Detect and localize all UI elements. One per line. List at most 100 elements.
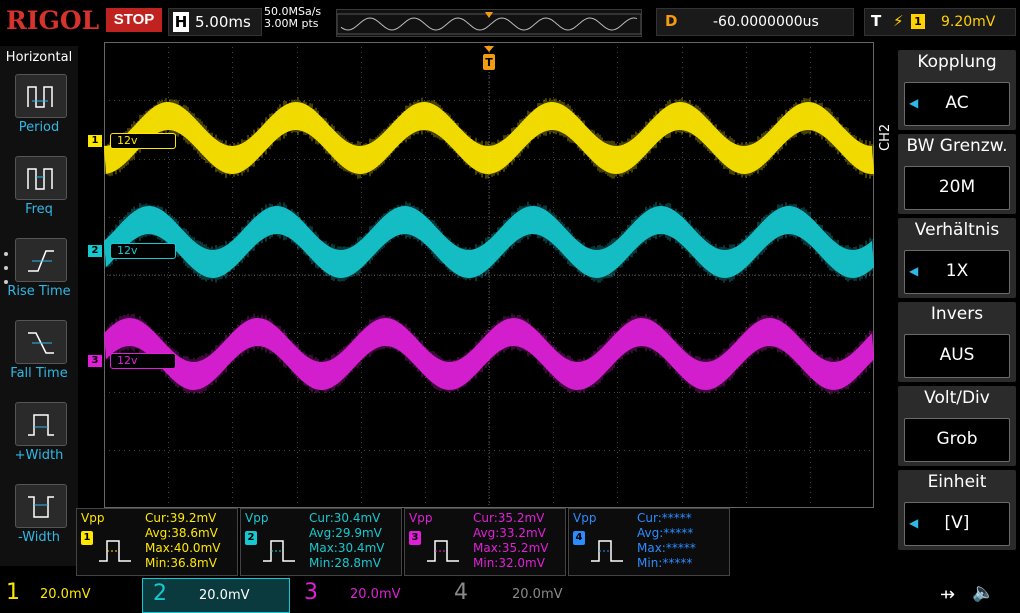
ch3-offset-marker[interactable]: 3 12v — [88, 353, 176, 369]
speaker-muted-icon[interactable]: 🔈 — [972, 582, 994, 603]
menu-5-softkey[interactable]: Einheit ◀ [V] — [898, 470, 1016, 550]
measure-type: Vpp — [81, 511, 105, 525]
waveform-display[interactable] — [103, 42, 875, 509]
measure-positive-width-button[interactable] — [15, 402, 67, 446]
ch2-status[interactable]: 2 20.0mV — [142, 578, 290, 613]
measurement-panel-ch2[interactable]: Vpp 2 Cur:30.4mV Avg:29.9mV Max:30.4mV Min:28… — [240, 508, 402, 576]
softkey-value: [V] — [944, 513, 970, 533]
trigger-source-badge: 1 — [911, 14, 925, 29]
trigger-level: 9.20mV — [941, 14, 996, 30]
menu-1-softkey[interactable]: BW Grenzw. 20M — [898, 134, 1016, 214]
ch1-offset-marker[interactable]: 1 12v — [88, 133, 176, 149]
top-status-bar: RIGOL STOP H 5.00ms 50.0MSa/s 3.00M pts … — [0, 0, 1020, 42]
scroll-dot-icon — [4, 266, 8, 270]
measure-channel-badge: 3 — [409, 531, 421, 545]
softkey-value: 1X — [945, 261, 969, 281]
memory-depth: 3.00M pts — [264, 17, 319, 30]
measure-negative-width-button[interactable] — [15, 484, 67, 528]
softkey-value-box[interactable]: ◀ 1X — [904, 250, 1010, 294]
softkey-title: Verhältnis — [914, 220, 1000, 240]
ch3-marker-num: 3 — [88, 355, 102, 367]
softkey-value-box[interactable]: Grob — [904, 418, 1010, 462]
measure-min: Min:36.8mV — [145, 556, 217, 570]
measure-current: Cur:39.2mV — [145, 511, 217, 525]
measure-type: Vpp — [573, 511, 597, 525]
brand-logo: RIGOL — [6, 6, 100, 35]
measurement-panel-ch1[interactable]: Vpp 1 Cur:39.2mV Avg:38.6mV Max:40.0mV Min:36… — [76, 508, 238, 576]
menu-2-softkey[interactable]: Verhältnis ◀ 1X — [898, 218, 1016, 298]
measurement-panel-ch3[interactable]: Vpp 3 Cur:35.2mV Avg:33.2mV Max:35.2mV Min:32… — [404, 508, 566, 576]
channel-tab: CH2 — [878, 104, 896, 170]
ch2-offset-marker[interactable]: 2 12v — [88, 243, 176, 259]
measure-channel-badge: 2 — [245, 531, 257, 545]
ch3-marker-label: 12v — [110, 353, 176, 369]
measure-rise-time-button[interactable] — [15, 238, 67, 282]
timebase-label: H — [173, 12, 189, 32]
frequency-icon — [24, 163, 58, 193]
measure-period-button[interactable] — [15, 74, 67, 118]
measure-frequency-button[interactable] — [15, 156, 67, 200]
rising-edge-icon: ⚡ — [893, 12, 904, 30]
measure-average: Avg:29.9mV — [309, 526, 382, 540]
measure-min: Min:***** — [637, 556, 693, 570]
ch3-status-scale: 20.0mV — [350, 587, 401, 602]
ch2-marker-label: 12v — [110, 243, 176, 259]
fall-time-icon — [24, 327, 58, 357]
trigger-label: T — [871, 12, 882, 30]
measure-average: Avg:38.6mV — [145, 526, 218, 540]
ch1-status[interactable]: 1 20.0mV — [0, 578, 140, 611]
measure-fall-time-button[interactable] — [15, 320, 67, 364]
measure-type: Vpp — [409, 511, 433, 525]
ch4-status-scale: 20.0mV — [512, 587, 563, 602]
measure-label: Fall Time — [10, 366, 68, 381]
softkey-value-box[interactable]: 20M — [904, 166, 1010, 210]
measure-label: +Width — [14, 448, 64, 463]
delay-label: D — [665, 12, 678, 30]
measure-average: Avg:33.2mV — [473, 526, 546, 540]
softkey-value-box[interactable]: ◀ AC — [904, 82, 1010, 126]
menu-0-softkey[interactable]: Kopplung ◀ AC — [898, 50, 1016, 130]
scroll-dot-icon — [4, 252, 8, 256]
measure-max: Max:***** — [637, 541, 696, 555]
rise-time-icon — [24, 245, 58, 275]
pulse-icon — [427, 540, 459, 562]
menu-4-softkey[interactable]: Volt/Div Grob — [898, 386, 1016, 466]
trigger-position-icon — [485, 12, 493, 18]
pulse-icon — [591, 540, 623, 562]
measure-max: Max:30.4mV — [309, 541, 385, 555]
memory-waveform-overview — [336, 12, 642, 35]
measure-max: Max:35.2mV — [473, 541, 549, 555]
period-icon — [24, 81, 58, 111]
measure-label: -Width — [18, 530, 60, 545]
svg-text:T: T — [485, 56, 493, 69]
softkey-value: AC — [945, 93, 969, 113]
scroll-dot-icon — [4, 280, 8, 284]
timebase-box[interactable]: H 5.00ms — [168, 8, 262, 36]
acquisition-info: 50.0MSa/s 3.00M pts — [264, 6, 321, 30]
ch4-status[interactable]: 4 20.0mV — [448, 578, 588, 611]
ch1-status-scale: 20.0mV — [40, 587, 91, 602]
ch1-marker-num: 1 — [88, 135, 102, 147]
graticule — [103, 42, 875, 509]
softkey-title: Einheit — [927, 472, 987, 492]
measure-current: Cur:35.2mV — [473, 511, 545, 525]
softkey-value-box[interactable]: AUS — [904, 334, 1010, 378]
negative-width-icon — [24, 491, 58, 521]
measure-min: Min:28.8mV — [309, 556, 381, 570]
run-stop-status[interactable]: STOP — [106, 8, 162, 32]
softkey-title: BW Grenzw. — [906, 136, 1008, 156]
softkey-title: Invers — [930, 304, 984, 324]
ch4-status-num: 4 — [454, 580, 468, 605]
ch3-status[interactable]: 3 20.0mV — [298, 578, 438, 611]
trigger-box[interactable]: T ⚡ 1 9.20mV — [864, 8, 1016, 36]
softkey-value: AUS — [939, 345, 975, 365]
measure-label: Freq — [25, 202, 53, 217]
softkey-value-box[interactable]: ◀ [V] — [904, 502, 1010, 546]
delay-box[interactable]: D -60.0000000us — [656, 8, 854, 36]
measurement-panel-ch4[interactable]: Vpp 4 Cur:***** Avg:***** Max:***** Min:***** — [568, 508, 730, 576]
menu-3-softkey[interactable]: Invers AUS — [898, 302, 1016, 382]
delay-value: -60.0000000us — [713, 14, 819, 30]
softkey-value: 20M — [938, 177, 976, 197]
trigger-marker-icon: T — [483, 46, 495, 74]
measure-current: Cur:30.4mV — [309, 511, 381, 525]
